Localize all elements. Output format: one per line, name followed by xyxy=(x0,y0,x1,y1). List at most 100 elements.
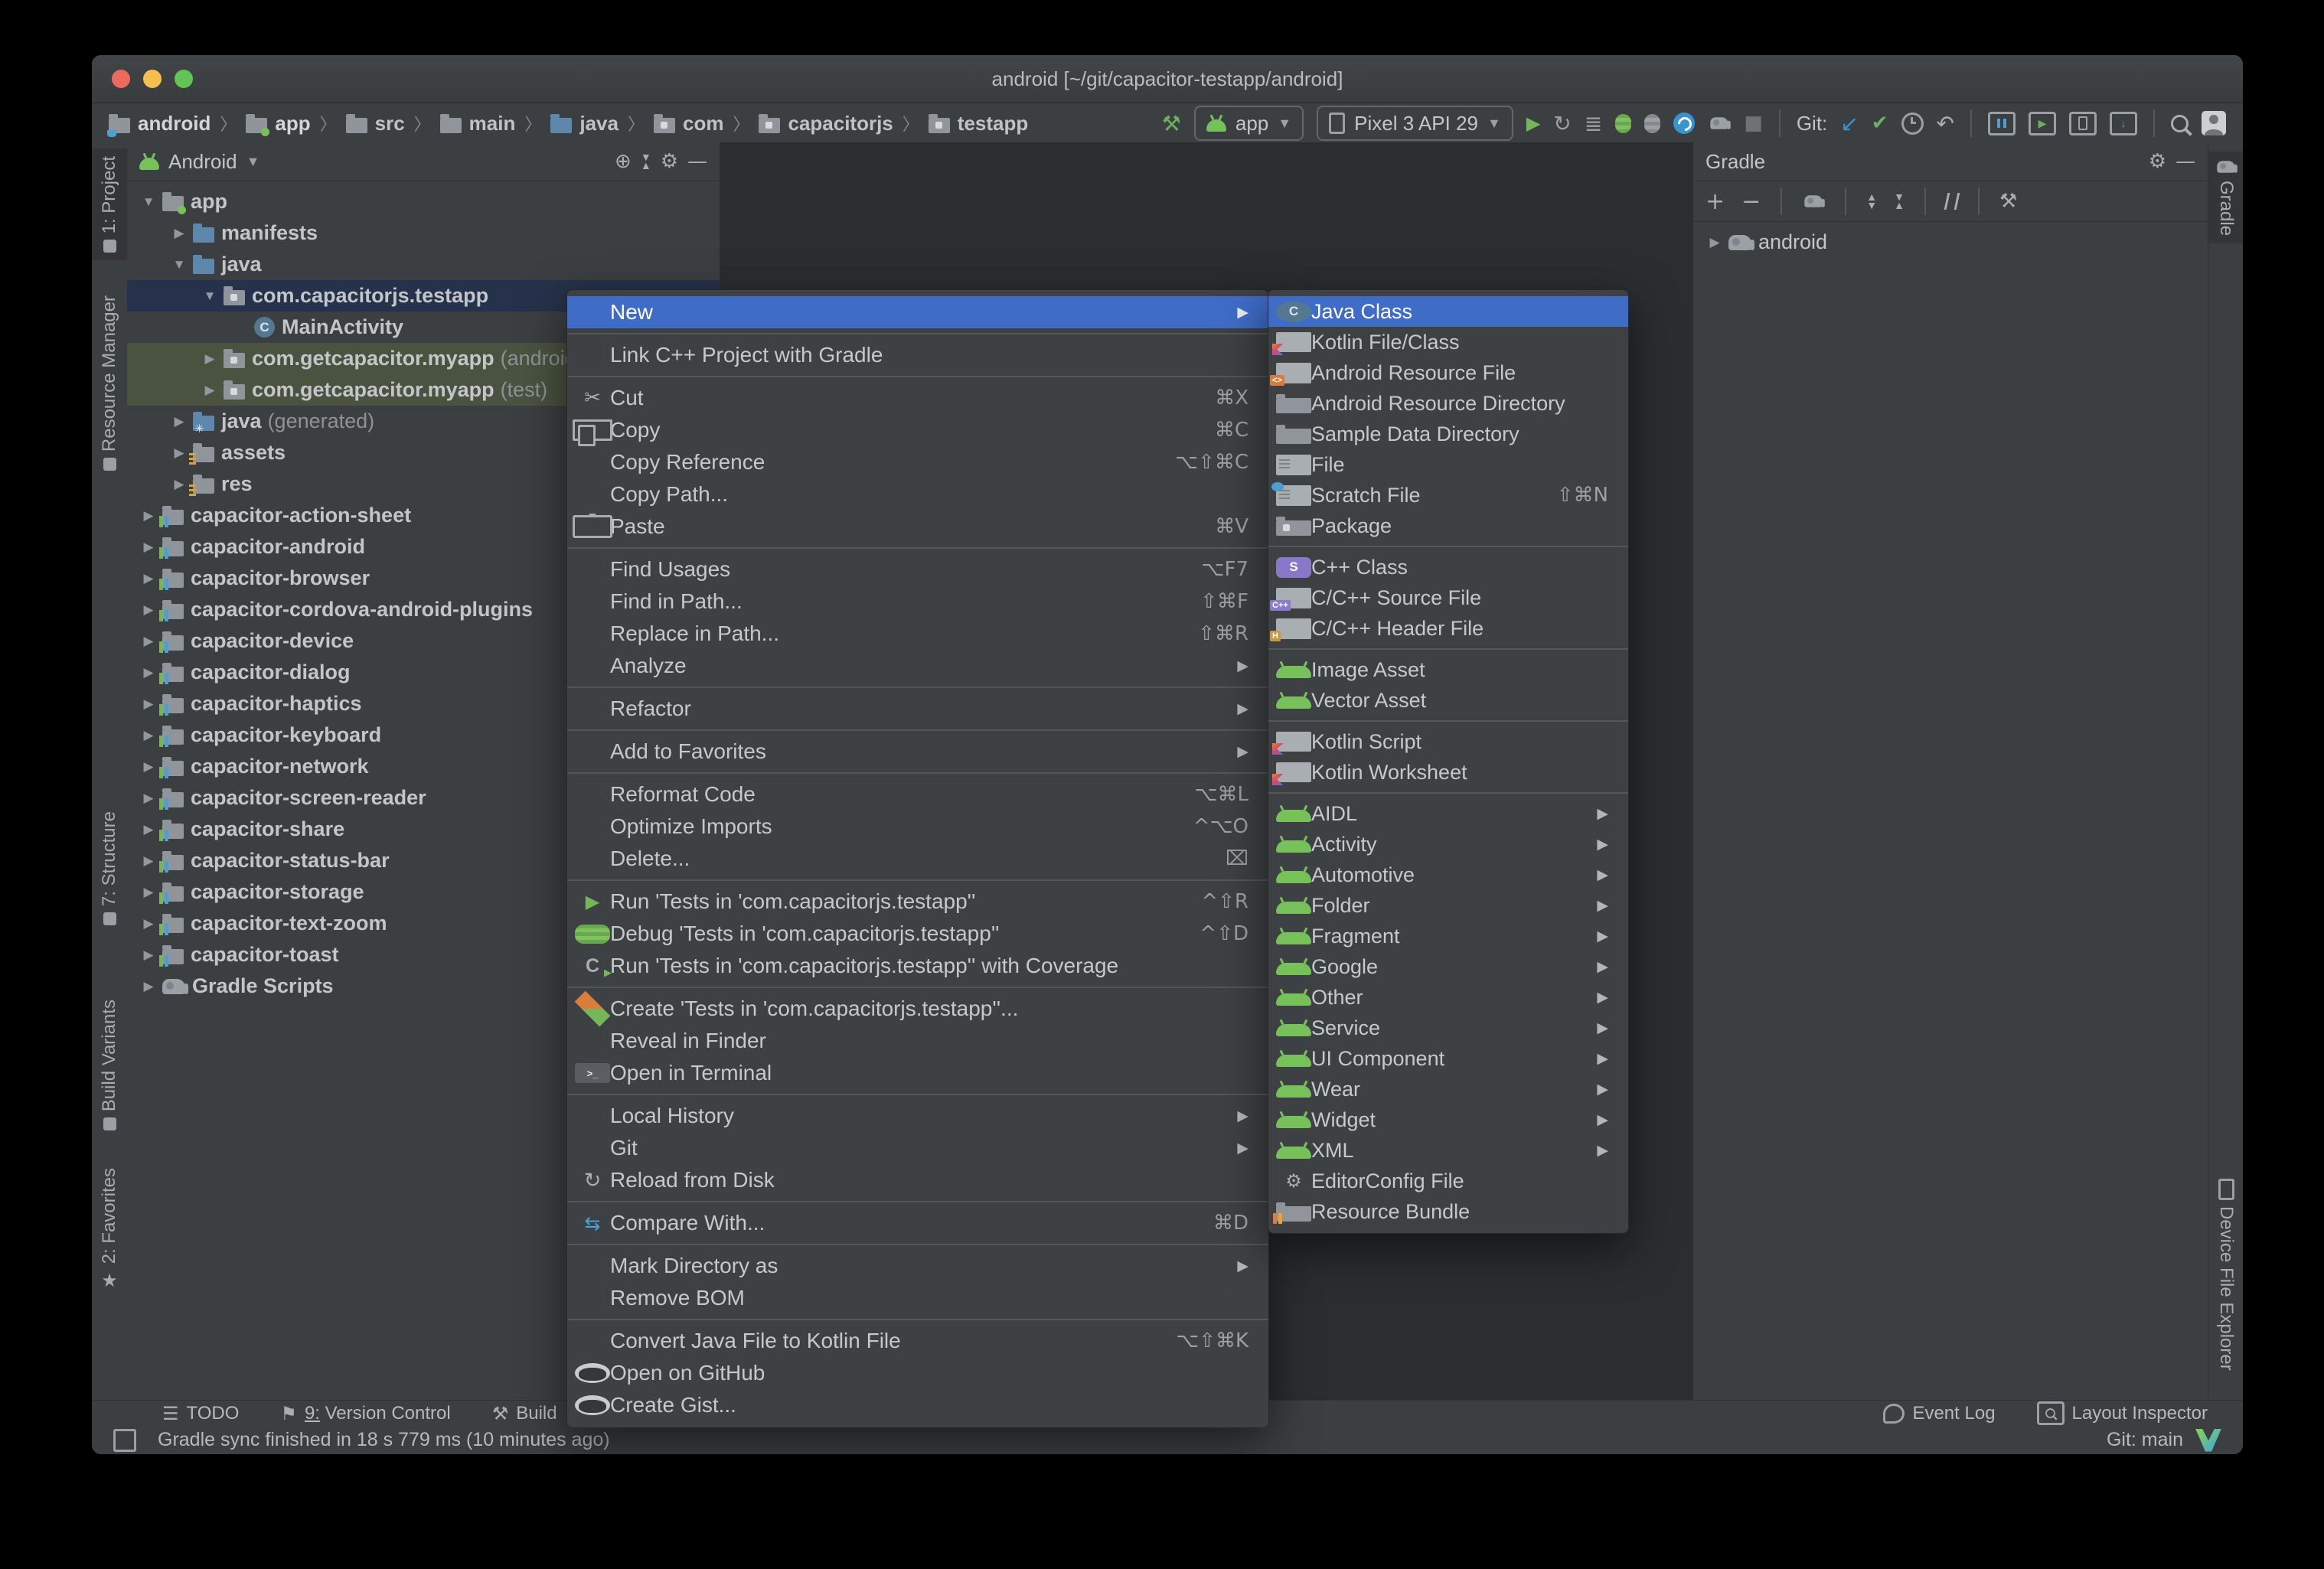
apply-changes-icon[interactable]: ↻ xyxy=(1553,111,1571,136)
gradle-icon[interactable] xyxy=(2217,161,2238,173)
add-gradle-project-icon[interactable]: + xyxy=(1705,188,1725,215)
expand-all-icon[interactable]: ▲ ▼ xyxy=(1866,191,1877,210)
menu-item-other[interactable]: Other ▶ xyxy=(1268,982,1628,1013)
hide-panel-icon[interactable]: — xyxy=(687,150,707,173)
tree-arrow-icon[interactable]: ▶ xyxy=(196,383,224,398)
breadcrumb-item-capacitorjs[interactable]: capacitorjs xyxy=(759,112,893,135)
sidebar-tab-device-file-explorer[interactable]: Device File Explorer xyxy=(2208,1171,2243,1378)
sdk-manager-icon[interactable]: ↓ xyxy=(2110,111,2137,135)
menu-item-run-tests-in-com-capacitorjs-testapp-with-coverage[interactable]: CRun 'Tests in 'com.capacitorjs.testapp'… xyxy=(567,950,1268,982)
menu-item-c-c-header-file[interactable]: H C/C++ Header File xyxy=(1268,613,1628,644)
menu-item-sample-data-directory[interactable]: Sample Data Directory xyxy=(1268,419,1628,449)
tree-arrow-icon[interactable]: ▶ xyxy=(135,948,162,963)
tree-arrow-icon[interactable]: ▶ xyxy=(196,351,224,367)
menu-item-refactor[interactable]: Refactor ▶ xyxy=(567,693,1268,725)
history-icon[interactable] xyxy=(1901,112,1924,135)
tree-arrow-icon[interactable]: ▶ xyxy=(135,665,162,680)
menu-item-copy-reference[interactable]: Copy Reference ⌥⇧⌘C xyxy=(567,446,1268,478)
tree-arrow-icon[interactable]: ▶ xyxy=(135,979,162,994)
profile-avatar[interactable] xyxy=(2202,111,2226,135)
stop-icon[interactable]: ■ xyxy=(1744,112,1763,135)
tree-arrow-icon[interactable]: ▶ xyxy=(135,540,162,555)
tree-arrow-icon[interactable]: ▼ xyxy=(165,257,193,272)
sidebar-tab-gradle[interactable]: Gradle xyxy=(2208,152,2243,244)
menu-item-c-class[interactable]: S C++ Class xyxy=(1268,552,1628,582)
menu-item-paste[interactable]: Paste ⌘V xyxy=(567,510,1268,543)
menu-item-delete-[interactable]: Delete... ⌧ xyxy=(567,843,1268,875)
menu-item-create-gist-[interactable]: Create Gist... xyxy=(567,1389,1268,1421)
menu-item-find-usages[interactable]: Find Usages ⌥F7 xyxy=(567,553,1268,586)
menu-item-file[interactable]: File xyxy=(1268,449,1628,480)
sidebar-tab-build-variants[interactable]: Build Variants xyxy=(92,992,127,1138)
breadcrumb-item-main[interactable]: main xyxy=(439,112,515,135)
menu-item-git[interactable]: Git ▶ xyxy=(567,1132,1268,1164)
menu-item-copy-path-[interactable]: Copy Path... xyxy=(567,478,1268,510)
sidebar-tab-resource-manager[interactable]: Resource Manager xyxy=(92,288,127,478)
tree-arrow-icon[interactable]: ▶ xyxy=(135,759,162,775)
tree-arrow-icon[interactable]: ▶ xyxy=(135,508,162,524)
toolwindow-button-layout-inspector[interactable]: Layout Inspector xyxy=(2036,1401,2208,1425)
menu-item-service[interactable]: Service ▶ xyxy=(1268,1013,1628,1043)
tree-arrow-icon[interactable]: ▼ xyxy=(135,194,162,210)
tree-row-app[interactable]: ▼ app xyxy=(127,186,720,217)
rollback-icon[interactable]: ↶ xyxy=(1937,111,1954,136)
menu-item-folder[interactable]: Folder ▶ xyxy=(1268,890,1628,921)
menu-item-reformat-code[interactable]: Reformat Code ⌥⌘L xyxy=(567,778,1268,811)
menu-item-image-asset[interactable]: Image Asset xyxy=(1268,654,1628,685)
menu-item-reload-from-disk[interactable]: ↻ Reload from Disk xyxy=(567,1164,1268,1196)
tree-arrow-icon[interactable]: ▶ xyxy=(135,822,162,837)
run-configuration-select[interactable]: app ▼ xyxy=(1193,106,1304,141)
tree-arrow-icon[interactable]: ▶ xyxy=(135,602,162,618)
menu-item-vector-asset[interactable]: Vector Asset xyxy=(1268,685,1628,716)
offline-mode-icon[interactable] xyxy=(1944,193,1960,210)
menu-item-scratch-file[interactable]: Scratch File ⇧⌘N xyxy=(1268,480,1628,510)
menu-item-c-c-source-file[interactable]: C++ C/C++ Source File xyxy=(1268,582,1628,613)
tree-arrow-icon[interactable]: ▶ xyxy=(165,414,193,429)
menu-item-kotlin-file-class[interactable]: Kotlin File/Class xyxy=(1268,327,1628,357)
sidebar-tab-7-structure[interactable]: 7: Structure xyxy=(92,804,127,933)
menu-item-xml[interactable]: XML ▶ xyxy=(1268,1135,1628,1166)
menu-item-replace-in-path-[interactable]: Replace in Path... ⇧⌘R xyxy=(567,618,1268,650)
menu-item-create-tests-in-com-capacitorjs-testapp-[interactable]: Create 'Tests in 'com.capacitorjs.testap… xyxy=(567,990,1268,1027)
breadcrumb-item-java[interactable]: java xyxy=(550,112,619,135)
breadcrumb-item-com[interactable]: com xyxy=(654,112,723,135)
gear-icon[interactable]: ⚙ xyxy=(661,150,678,173)
tree-arrow-icon[interactable]: ▶ xyxy=(135,885,162,900)
tree-row-java[interactable]: ▼ java xyxy=(127,249,720,280)
search-everywhere-icon[interactable] xyxy=(2171,114,2189,132)
collapse-all-icon[interactable]: ▼ ▲ xyxy=(1894,191,1905,210)
remove-gradle-project-icon[interactable]: − xyxy=(1741,188,1761,215)
close-window-button[interactable] xyxy=(112,70,130,88)
menu-item-add-to-favorites[interactable]: Add to Favorites ▶ xyxy=(567,736,1268,768)
breadcrumb-item-app[interactable]: app xyxy=(246,112,311,136)
gradle-settings-wrench-icon[interactable]: ⚒ xyxy=(1999,190,2017,213)
menu-item-activity[interactable]: Activity ▶ xyxy=(1268,829,1628,860)
menu-item-wear[interactable]: Wear ▶ xyxy=(1268,1074,1628,1104)
menu-item-local-history[interactable]: Local History ▶ xyxy=(567,1100,1268,1132)
menu-item-convert-java-file-to-kotlin-file[interactable]: Convert Java File to Kotlin File ⌥⇧⌘K xyxy=(567,1325,1268,1357)
menu-item-kotlin-worksheet[interactable]: Kotlin Worksheet xyxy=(1268,757,1628,788)
breadcrumb-item-android[interactable]: android xyxy=(107,112,211,137)
profiler-icon[interactable] xyxy=(1673,113,1696,134)
toolwindow-toggle-icon[interactable] xyxy=(113,1428,136,1452)
tree-arrow-icon[interactable]: ▶ xyxy=(165,226,193,241)
tree-arrow-icon[interactable]: ▶ xyxy=(135,791,162,806)
git-commit-icon[interactable]: ✔ xyxy=(1872,112,1888,135)
zoom-window-button[interactable] xyxy=(175,70,193,88)
locate-file-icon[interactable]: ⊕ xyxy=(615,150,632,173)
project-view-selector[interactable]: Android xyxy=(168,150,237,174)
attach-debugger-icon[interactable] xyxy=(1644,113,1661,133)
menu-item-run-tests-in-com-capacitorjs-testapp-[interactable]: ▶ Run 'Tests in 'com.capacitorjs.testapp'… xyxy=(567,886,1268,918)
menu-item-new[interactable]: New ▶ xyxy=(567,296,1268,328)
menu-item-mark-directory-as[interactable]: Mark Directory as ▶ xyxy=(567,1250,1268,1282)
menu-item-optimize-imports[interactable]: Optimize Imports ^⌥O xyxy=(567,811,1268,843)
toolwindow-button-todo[interactable]: ☰ TODO xyxy=(162,1403,239,1424)
sync-project-icon[interactable] xyxy=(1710,117,1732,129)
running-devices-icon[interactable]: ▶ xyxy=(2029,111,2056,135)
menu-item-package[interactable]: Package xyxy=(1268,510,1628,541)
toolwindow-button-event-log[interactable]: Event Log xyxy=(1883,1403,1996,1424)
menu-item-java-class[interactable]: C Java Class xyxy=(1268,296,1628,327)
menu-item-resource-bundle[interactable]: Resource Bundle xyxy=(1268,1196,1628,1227)
menu-item-reveal-in-finder[interactable]: Reveal in Finder xyxy=(567,1025,1268,1057)
breadcrumb-item-src[interactable]: src xyxy=(345,112,405,135)
